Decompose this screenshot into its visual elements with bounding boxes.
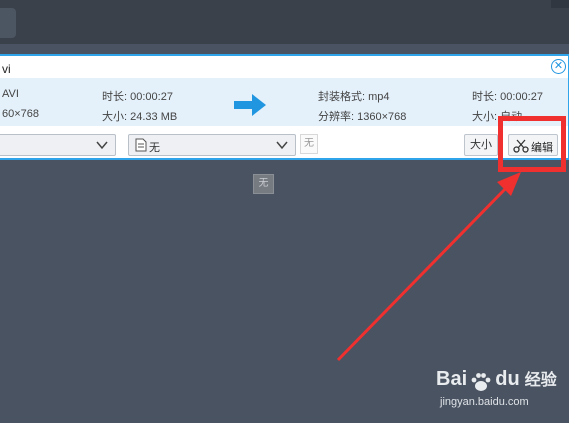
document-icon: [135, 138, 147, 152]
drag-ghost-label: 无: [300, 134, 318, 154]
source-format: AVI: [2, 88, 19, 100]
watermark-brand-cn: 经验: [524, 372, 557, 389]
convert-arrow-icon: [234, 94, 266, 116]
baidu-watermark: Bai du 经验: [436, 366, 557, 393]
top-toolbar: [0, 0, 569, 44]
toolbar-tab[interactable]: [0, 8, 16, 38]
watermark-url: jingyan.baidu.com: [440, 396, 529, 408]
close-icon[interactable]: ✕: [551, 59, 566, 74]
annotation-highlight-box: [498, 116, 566, 172]
source-size: 大小: 24.33 MB: [102, 111, 178, 123]
watermark-brand-a: Bai: [436, 368, 468, 390]
toolbar-edge: [551, 0, 569, 8]
source-resolution: 60×768: [2, 108, 40, 120]
info-band: AVI 60×768 时长: 00:00:27 大小: 24.33 MB 封装格…: [0, 78, 568, 126]
subtitle-dropdown[interactable]: 无: [128, 134, 296, 156]
source-duration: 时长: 00:00:27: [102, 91, 173, 103]
chevron-down-icon: [276, 141, 288, 150]
file-name: vi: [2, 62, 11, 76]
audio-track-dropdown[interactable]: [0, 134, 116, 156]
watermark-brand-b: du: [495, 368, 520, 390]
size-button[interactable]: 大小: [464, 134, 498, 156]
output-container: 封装格式: mp4: [318, 91, 390, 103]
conversion-item-card: vi ✕ AVI 60×768 时长: 00:00:27 大小: 24.33 M…: [0, 54, 569, 160]
chevron-down-icon: [96, 141, 108, 150]
output-duration: 时长: 00:00:27: [472, 91, 543, 103]
subtitle-value: 无: [149, 142, 160, 154]
paw-icon: [471, 373, 491, 392]
floating-ghost-label: 无: [253, 174, 274, 194]
output-resolution: 分辨率: 1360×768: [318, 111, 407, 123]
